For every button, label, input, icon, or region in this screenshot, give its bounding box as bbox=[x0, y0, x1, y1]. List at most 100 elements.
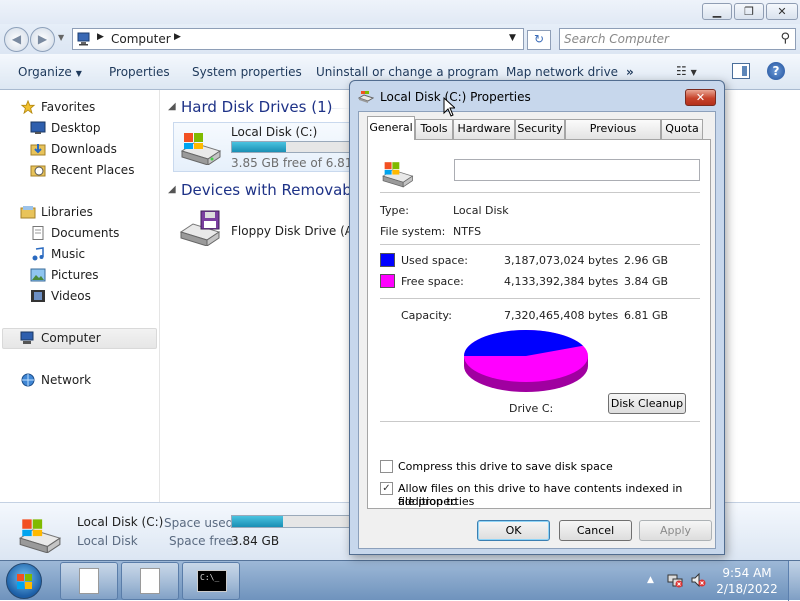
star-icon bbox=[20, 100, 36, 114]
close-button[interactable]: ✕ bbox=[766, 3, 798, 20]
usage-bar-fill bbox=[232, 516, 283, 527]
details-space-used-label: Space used: bbox=[164, 516, 238, 530]
disk-cleanup-button[interactable]: Disk Cleanup bbox=[608, 393, 686, 414]
nav-label: Network bbox=[41, 373, 92, 387]
hard-disk-drives-heading[interactable]: Hard Disk Drives (1) bbox=[181, 98, 332, 116]
computer-icon bbox=[20, 331, 34, 344]
downloads-folder-icon bbox=[30, 144, 46, 156]
address-history-dropdown[interactable]: ▼ bbox=[509, 33, 516, 43]
pictures-icon bbox=[30, 268, 46, 282]
floppy-drive-item[interactable]: Floppy Disk Drive (A:) bbox=[173, 206, 363, 256]
system-properties-button[interactable]: System properties bbox=[192, 65, 302, 79]
breadcrumb-computer[interactable]: Computer bbox=[111, 32, 171, 46]
dialog-close-button[interactable]: ✕ bbox=[685, 89, 716, 106]
refresh-button[interactable]: ↻ bbox=[527, 30, 551, 50]
tab-security[interactable]: Security bbox=[515, 119, 565, 139]
collapse-arrow-icon[interactable]: ◢ bbox=[168, 101, 176, 112]
breadcrumb-arrow-icon[interactable]: ▶ bbox=[97, 32, 104, 42]
maximize-button[interactable]: ❐ bbox=[734, 3, 764, 20]
navigation-pane: Favorites Desktop Downloads Recent Place… bbox=[0, 90, 160, 502]
cancel-button[interactable]: Cancel bbox=[559, 520, 632, 541]
collapse-arrow-icon[interactable]: ◢ bbox=[168, 184, 176, 195]
tab-tools[interactable]: Tools bbox=[415, 119, 453, 139]
forward-button[interactable]: ▶ bbox=[30, 27, 55, 52]
free-space-bytes: 4,133,392,384 bytes bbox=[504, 275, 619, 288]
view-icon: ☷ bbox=[676, 64, 687, 78]
search-input[interactable] bbox=[564, 31, 764, 47]
documents-icon bbox=[32, 226, 44, 240]
back-button[interactable]: ◀ bbox=[4, 27, 29, 52]
recent-pages-dropdown[interactable]: ▼ bbox=[58, 33, 64, 42]
map-network-drive-button[interactable]: Map network drive bbox=[506, 65, 618, 79]
windows-logo-icon bbox=[17, 574, 32, 589]
minimize-button[interactable]: ▁ bbox=[702, 3, 732, 20]
clock-date[interactable]: 2/18/2022 bbox=[712, 582, 782, 596]
organize-label: Organize bbox=[18, 65, 72, 79]
usage-bar-fill bbox=[232, 142, 286, 152]
explorer-title-bar[interactable]: ▁ ❐ ✕ bbox=[0, 0, 800, 24]
ok-button[interactable]: OK bbox=[477, 520, 550, 541]
floppy-drive-icon bbox=[179, 210, 221, 246]
apply-button[interactable]: Apply bbox=[639, 520, 712, 541]
floppy-drive-name: Floppy Disk Drive (A:) bbox=[231, 224, 362, 238]
taskbar: C:\_ ▲ 9:54 AM 2/18/2022 bbox=[0, 560, 800, 601]
search-box[interactable]: ⚲ bbox=[559, 28, 796, 50]
music-icon bbox=[32, 247, 44, 261]
tab-hardware[interactable]: Hardware bbox=[453, 119, 515, 139]
nav-label: Computer bbox=[41, 331, 101, 345]
show-hidden-icons-button[interactable]: ▲ bbox=[647, 575, 654, 585]
drive-c-name: Local Disk (C:) bbox=[231, 125, 318, 139]
compress-drive-label[interactable]: Compress this drive to save disk space bbox=[398, 460, 613, 473]
nav-label: Desktop bbox=[51, 121, 101, 135]
address-toolbar: ◀ ▶ ▼ ▶ Computer ▶ ▼ ↻ ⚲ bbox=[0, 24, 800, 54]
preview-pane-button[interactable] bbox=[732, 63, 750, 79]
taskbar-command-prompt[interactable]: C:\_ bbox=[182, 562, 240, 600]
nav-label: Libraries bbox=[41, 205, 93, 219]
search-icon[interactable]: ⚲ bbox=[780, 31, 790, 46]
tab-quota[interactable]: Quota bbox=[661, 119, 703, 139]
tab-general[interactable]: General bbox=[367, 116, 415, 140]
separator bbox=[380, 298, 700, 299]
drive-letter-label: Drive C: bbox=[509, 402, 554, 415]
breadcrumb-arrow-icon[interactable]: ▶ bbox=[174, 32, 181, 42]
properties-dialog: Local Disk (C:) Properties ✕ General Too… bbox=[349, 80, 725, 555]
allow-indexing-label-line-2[interactable]: file properties bbox=[398, 495, 474, 508]
separator bbox=[380, 421, 700, 422]
hard-drive-icon bbox=[18, 519, 62, 553]
nav-label: Pictures bbox=[51, 268, 99, 282]
properties-button[interactable]: Properties bbox=[109, 65, 170, 79]
tab-previous-versions[interactable]: Previous Versions bbox=[565, 119, 661, 153]
change-view-button[interactable]: ☷ ▼ bbox=[676, 64, 716, 80]
volume-label-input[interactable] bbox=[454, 159, 700, 181]
show-desktop-button[interactable] bbox=[788, 561, 800, 601]
type-value: Local Disk bbox=[453, 204, 509, 217]
used-space-label: Used space: bbox=[401, 254, 469, 267]
allow-indexing-checkbox[interactable]: ✓ bbox=[380, 482, 393, 495]
drive-c-item[interactable]: Local Disk (C:) 3.85 GB free of 6.81 GB bbox=[173, 122, 374, 172]
taskbar-notepad-2[interactable] bbox=[121, 562, 179, 600]
details-drive-type: Local Disk bbox=[77, 534, 138, 548]
disk-usage-pie-chart bbox=[464, 329, 588, 392]
command-prompt-icon: C:\_ bbox=[197, 570, 227, 592]
nav-computer[interactable]: Computer bbox=[2, 328, 157, 349]
clock-time[interactable]: 9:54 AM bbox=[712, 566, 782, 580]
free-space-color-swatch bbox=[380, 274, 395, 288]
capacity-label: Capacity: bbox=[401, 309, 452, 322]
help-button[interactable]: ? bbox=[767, 62, 785, 80]
separator bbox=[380, 192, 700, 193]
more-commands-button[interactable]: » bbox=[626, 65, 634, 79]
volume-muted-icon[interactable] bbox=[690, 572, 706, 588]
nav-label: Videos bbox=[51, 289, 91, 303]
drive-icon bbox=[358, 91, 374, 103]
address-bar[interactable]: ▶ Computer ▶ ▼ bbox=[72, 28, 524, 50]
network-status-icon[interactable] bbox=[667, 572, 683, 588]
uninstall-program-button[interactable]: Uninstall or change a program bbox=[316, 65, 499, 79]
used-space-color-swatch bbox=[380, 253, 395, 267]
start-button[interactable] bbox=[6, 563, 42, 599]
taskbar-notepad-1[interactable] bbox=[60, 562, 118, 600]
organize-menu[interactable]: Organize ▼ bbox=[18, 65, 82, 79]
nav-label: Recent Places bbox=[51, 163, 135, 177]
recent-places-icon bbox=[30, 165, 46, 177]
compress-drive-checkbox[interactable] bbox=[380, 460, 393, 473]
type-label: Type: bbox=[380, 204, 409, 217]
